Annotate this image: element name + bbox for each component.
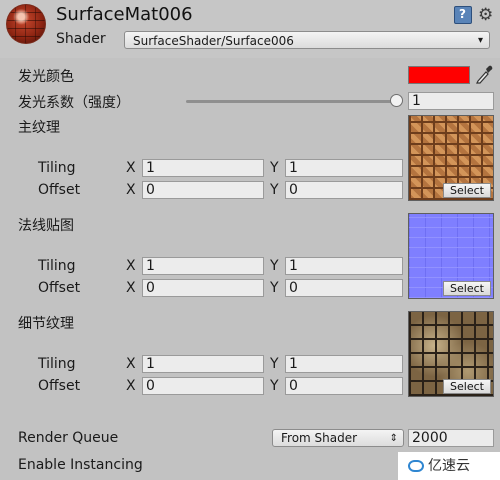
normal-offset-y-input[interactable]: 0 bbox=[285, 279, 403, 297]
main-tiling-y-label: Y bbox=[270, 160, 279, 176]
normal-offset-x-label: X bbox=[126, 280, 136, 296]
gear-icon[interactable]: ⚙ bbox=[478, 6, 496, 24]
detail-tiling-label: Tiling bbox=[38, 356, 76, 372]
detail-tiling-y-label: Y bbox=[270, 356, 279, 372]
main-texture-select-button[interactable]: Select bbox=[443, 183, 491, 198]
shader-label: Shader bbox=[56, 31, 106, 47]
material-preview-icon bbox=[6, 4, 46, 44]
main-offset-x-input[interactable]: 0 bbox=[142, 181, 264, 199]
detail-texture-thumbnail[interactable]: Select bbox=[408, 311, 494, 397]
normal-offset-x-input[interactable]: 0 bbox=[142, 279, 264, 297]
normal-tiling-x-input[interactable]: 1 bbox=[142, 257, 264, 275]
chevron-down-icon: ▾ bbox=[477, 35, 483, 46]
normal-tiling-y-label: Y bbox=[270, 258, 279, 274]
detail-texture-select-button[interactable]: Select bbox=[443, 379, 491, 394]
normal-map-select-button[interactable]: Select bbox=[443, 281, 491, 296]
normal-offset-label: Offset bbox=[38, 280, 81, 296]
material-name: SurfaceMat006 bbox=[56, 4, 193, 25]
chevron-updown-icon: ⇕ bbox=[389, 433, 398, 444]
normal-map-thumbnail[interactable]: Select bbox=[408, 213, 494, 299]
render-queue-label: Render Queue bbox=[18, 430, 119, 446]
emission-color-field[interactable] bbox=[408, 66, 470, 84]
normal-tiling-x-label: X bbox=[126, 258, 136, 274]
inspector-header: SurfaceMat006 Shader SurfaceShader/Surfa… bbox=[0, 0, 500, 58]
detail-texture-label: 细节纹理 bbox=[18, 316, 74, 332]
main-texture-label: 主纹理 bbox=[18, 120, 60, 136]
normal-map-label: 法线贴图 bbox=[18, 218, 74, 234]
main-tiling-x-input[interactable]: 1 bbox=[142, 159, 264, 177]
main-tiling-x-label: X bbox=[126, 160, 136, 176]
detail-offset-x-label: X bbox=[126, 378, 136, 394]
shader-dropdown-value: SurfaceShader/Surface006 bbox=[133, 34, 294, 48]
watermark: 亿速云 bbox=[398, 452, 500, 480]
detail-offset-label: Offset bbox=[38, 378, 81, 394]
normal-tiling-label: Tiling bbox=[38, 258, 76, 274]
shader-dropdown[interactable]: SurfaceShader/Surface006 ▾ bbox=[124, 31, 490, 49]
emission-strength-slider-track[interactable] bbox=[186, 100, 396, 103]
normal-tiling-y-input[interactable]: 1 bbox=[285, 257, 403, 275]
emission-strength-slider-thumb[interactable] bbox=[389, 94, 403, 107]
render-queue-dropdown[interactable]: From Shader ⇕ bbox=[272, 429, 404, 447]
main-offset-y-label: Y bbox=[270, 182, 279, 198]
main-offset-y-input[interactable]: 0 bbox=[285, 181, 403, 199]
render-queue-input[interactable]: 2000 bbox=[408, 429, 494, 447]
detail-tiling-x-input[interactable]: 1 bbox=[142, 355, 264, 373]
watermark-text: 亿速云 bbox=[428, 458, 470, 474]
emission-strength-label: 发光系数（强度） bbox=[18, 95, 130, 111]
cloud-logo-icon bbox=[408, 460, 424, 472]
enable-instancing-label: Enable Instancing bbox=[18, 457, 143, 473]
main-offset-x-label: X bbox=[126, 182, 136, 198]
detail-offset-y-label: Y bbox=[270, 378, 279, 394]
detail-tiling-y-input[interactable]: 1 bbox=[285, 355, 403, 373]
detail-offset-y-input[interactable]: 0 bbox=[285, 377, 403, 395]
emission-color-label: 发光颜色 bbox=[18, 69, 74, 85]
main-tiling-label: Tiling bbox=[38, 160, 76, 176]
help-book-icon[interactable] bbox=[454, 6, 472, 24]
render-queue-dropdown-value: From Shader bbox=[281, 431, 358, 445]
detail-offset-x-input[interactable]: 0 bbox=[142, 377, 264, 395]
normal-offset-y-label: Y bbox=[270, 280, 279, 296]
main-tiling-y-input[interactable]: 1 bbox=[285, 159, 403, 177]
main-offset-label: Offset bbox=[38, 182, 81, 198]
detail-tiling-x-label: X bbox=[126, 356, 136, 372]
eyedropper-icon[interactable] bbox=[475, 64, 493, 84]
emission-strength-input[interactable]: 1 bbox=[408, 92, 494, 110]
main-texture-thumbnail[interactable]: Select bbox=[408, 115, 494, 201]
